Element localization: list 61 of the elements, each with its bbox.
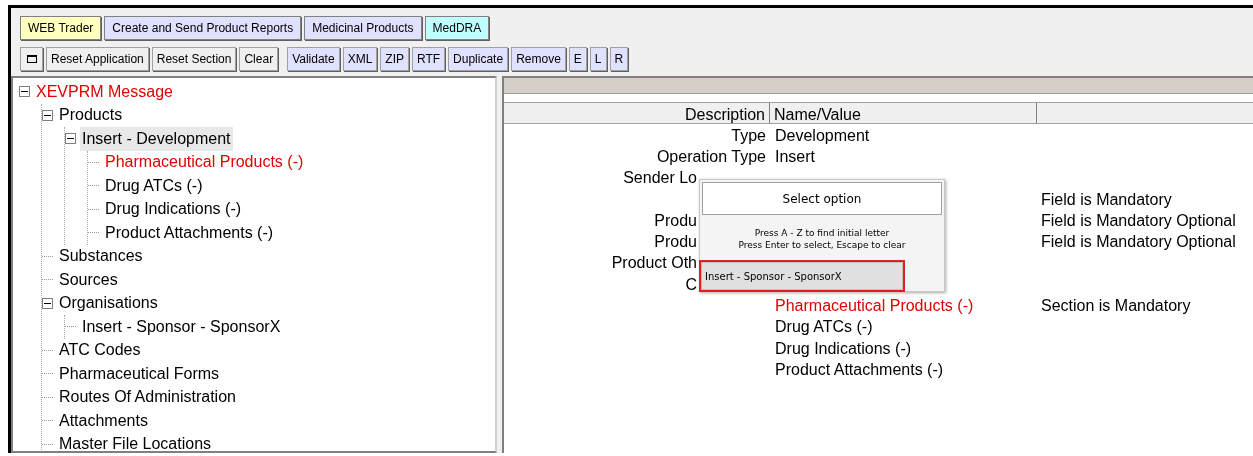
hint-text: Press A - Z to find initial letter — [754, 227, 890, 239]
field-label: C — [685, 275, 697, 293]
toolbar-button[interactable]: ZIP — [380, 47, 409, 71]
tree-item[interactable]: Product Attachments (-) — [103, 220, 276, 245]
tab[interactable]: Create and Send Product Reports — [104, 16, 302, 40]
field-value: Product Attachments (-) — [775, 360, 944, 378]
toolbar-button[interactable]: Duplicate — [448, 47, 509, 71]
field-label: Type — [731, 126, 766, 144]
field-value: Drug Indications (-) — [775, 339, 912, 357]
tab[interactable]: MedDRA — [424, 16, 490, 40]
column-header: Name/Value — [770, 103, 1037, 123]
tree-item[interactable]: Pharmaceutical Products (-) — [103, 150, 306, 175]
tree-item[interactable]: Products — [57, 103, 125, 128]
toolbar-button[interactable]: Validate — [287, 47, 340, 71]
toolbar-button[interactable]: RTF — [412, 47, 446, 71]
tree-item[interactable]: Insert - Sponsor - SponsorX — [80, 314, 283, 339]
field-label: Operation Type — [656, 147, 766, 165]
toolbar-button[interactable]: L — [589, 47, 607, 71]
collapse-icon[interactable] — [42, 109, 53, 121]
field-label: Product Oth — [611, 254, 697, 272]
validation-note: Section is Mandatory — [1041, 297, 1191, 315]
tree-item[interactable]: Drug Indications (-) — [103, 197, 244, 222]
tree-item[interactable]: Insert - Development — [80, 126, 233, 151]
field-value: Insert — [775, 147, 815, 165]
field-value: Drug ATCs (-) — [775, 318, 873, 336]
tree-item[interactable]: Drug ATCs (-) — [103, 173, 205, 198]
toolbar-button[interactable]: E — [568, 47, 587, 71]
tab[interactable]: WEB Trader — [20, 16, 102, 40]
select-option-button[interactable]: Select option — [702, 182, 942, 215]
window-icon — [26, 55, 37, 63]
tree-item[interactable]: ATC Codes — [57, 338, 143, 363]
toolbar-button[interactable]: Clear — [239, 47, 279, 71]
collapse-icon[interactable] — [65, 133, 76, 145]
tree-item[interactable]: Attachments — [57, 408, 150, 433]
field-value: Development — [775, 126, 870, 144]
collapse-icon[interactable] — [42, 297, 53, 309]
collapse-icon[interactable] — [19, 86, 30, 98]
tree-item[interactable]: Pharmaceutical Forms — [57, 361, 222, 386]
tree-item[interactable]: Master File Locations — [57, 432, 214, 451]
field-label: Produ — [654, 211, 697, 229]
hint-text: Press Enter to select, Escape to clear — [738, 239, 906, 251]
tree-item[interactable]: Routes Of Administration — [57, 385, 238, 410]
field-label: Sender Lo — [623, 169, 697, 187]
field-label: Produ — [654, 233, 697, 251]
toolbar-button[interactable]: R — [609, 47, 629, 71]
window-button[interactable] — [20, 47, 43, 71]
toolbar-button[interactable]: Remove — [511, 47, 566, 71]
option-item[interactable]: Insert - Sponsor - SponsorX — [701, 262, 903, 290]
tab[interactable]: Medicinal Products — [304, 16, 422, 40]
tree-item[interactable]: XEVPRM Message — [34, 79, 175, 104]
validation-note: Field is Mandatory Optional — [1041, 211, 1236, 229]
toolbar-button[interactable]: XML — [342, 47, 378, 71]
tree-item[interactable]: Substances — [57, 244, 145, 269]
validation-note: Field is Mandatory Optional — [1041, 233, 1236, 251]
toolbar-button[interactable]: Reset Application — [46, 47, 149, 71]
field-value: Pharmaceutical Products (-) — [775, 297, 974, 315]
tree-item[interactable]: Organisations — [57, 291, 160, 316]
tree-item[interactable]: Sources — [57, 267, 120, 292]
column-header: Description — [504, 103, 770, 123]
toolbar-button[interactable]: Reset Section — [151, 47, 237, 71]
validation-note: Field is Mandatory — [1041, 190, 1172, 208]
